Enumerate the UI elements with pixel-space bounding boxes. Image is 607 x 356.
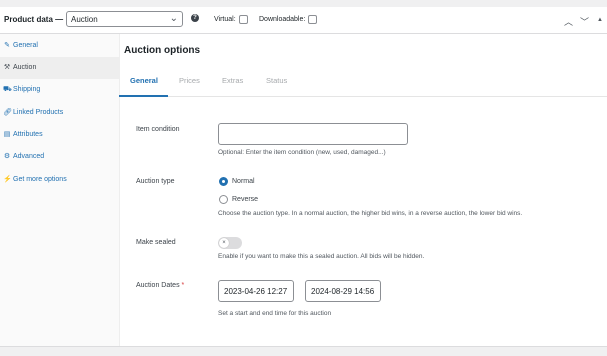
sidebar-item-linked-products[interactable]: 🔗︎ Linked Products (0, 102, 119, 124)
move-down-icon[interactable]: ﹀ (580, 15, 589, 28)
product-data-label: Product data — (4, 15, 64, 24)
auction-start-date-value: 2023-04-26 12:27 (224, 287, 288, 296)
sidebar-item-label: Attributes (13, 131, 43, 138)
gear-icon: ⚙ (3, 153, 11, 160)
sidebar-item-advanced[interactable]: ⚙ Advanced (0, 146, 119, 168)
product-data-header: Product data — Auction ⌄ ? Virtual: Down… (0, 7, 607, 34)
auction-dates-label: Auction Dates * (136, 282, 184, 289)
required-mark: * (181, 282, 185, 289)
sidebar-item-label: Advanced (13, 153, 45, 160)
auction-type-description: Choose the auction type. In a normal auc… (218, 210, 523, 217)
sidebar-item-label: Auction (13, 64, 37, 71)
toggle-off-icon: × (219, 238, 229, 248)
tab-extras[interactable]: Extras (222, 76, 243, 85)
tab-general[interactable]: General (130, 76, 158, 85)
sidebar-item-attributes[interactable]: ▤ Attributes (0, 124, 119, 146)
item-condition-description: Optional: Enter the item condition (new,… (218, 149, 386, 156)
sidebar-item-label: Linked Products (13, 109, 64, 116)
active-tab-indicator (119, 95, 168, 97)
collapse-toggle-icon[interactable]: ▲ (597, 17, 603, 23)
auction-end-date-value: 2024-08-29 14:56 (311, 287, 375, 296)
auction-end-date-input[interactable]: 2024-08-29 14:56 (305, 280, 381, 302)
make-sealed-label: Make sealed (136, 239, 176, 246)
sidebar-item-label: Shipping (13, 86, 41, 93)
virtual-label: Virtual: (214, 16, 236, 23)
sidebar-item-get-more-options[interactable]: ⚡ Get more options (0, 169, 119, 191)
make-sealed-description: Enable if you want to make this a sealed… (218, 253, 425, 260)
list-icon: ▤ (3, 131, 11, 138)
product-type-value: Auction (71, 15, 98, 24)
sidebar-item-label: General (13, 42, 38, 49)
auction-tabs: General Prices Extras Status (119, 66, 607, 97)
auction-type-normal-radio[interactable] (219, 177, 228, 186)
tab-status[interactable]: Status (266, 76, 287, 85)
link-icon: 🔗︎ (3, 109, 12, 116)
virtual-checkbox[interactable] (239, 15, 248, 24)
plugin-icon: ⚡ (3, 176, 12, 183)
tab-prices[interactable]: Prices (179, 76, 200, 85)
auction-type-label: Auction type (136, 178, 175, 185)
product-type-select[interactable]: Auction ⌄ (66, 11, 183, 27)
auction-type-reverse-label: Reverse (232, 196, 259, 203)
downloadable-checkbox[interactable] (308, 15, 317, 24)
item-condition-input[interactable] (218, 123, 408, 145)
downloadable-label: Downloadable: (259, 16, 306, 23)
page-title: Auction options (124, 45, 201, 56)
sidebar-item-label: Get more options (13, 176, 67, 183)
truck-icon: ⛟ (3, 86, 12, 93)
auction-dates-description: Set a start and end time for this auctio… (218, 310, 332, 317)
auction-type-normal-label: Normal (232, 178, 255, 185)
make-sealed-toggle[interactable]: × (218, 237, 242, 249)
product-data-tabs: ✎ General ⚒ Auction ⛟ Shipping 🔗︎ Linked… (0, 34, 120, 346)
wrench-icon: ✎ (4, 42, 10, 49)
item-condition-label: Item condition (136, 126, 180, 133)
auction-dates-label-text: Auction Dates (136, 282, 180, 289)
hammer-icon: ⚒ (3, 64, 11, 71)
move-up-icon[interactable]: ︿ (564, 15, 573, 28)
sidebar-item-general[interactable]: ✎ General (0, 35, 119, 57)
auction-start-date-input[interactable]: 2023-04-26 12:27 (218, 280, 294, 302)
chevron-down-icon: ⌄ (169, 13, 178, 24)
help-icon[interactable]: ? (191, 14, 199, 22)
sidebar-item-auction[interactable]: ⚒ Auction (0, 57, 119, 79)
sidebar-item-shipping[interactable]: ⛟ Shipping (0, 79, 119, 101)
auction-type-reverse-radio[interactable] (219, 195, 228, 204)
